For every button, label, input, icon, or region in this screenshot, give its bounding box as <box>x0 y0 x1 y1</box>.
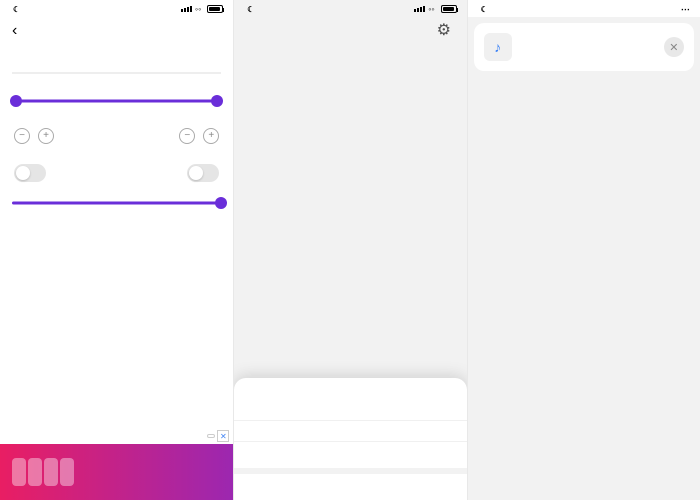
start-stepper: − + <box>14 128 54 144</box>
dnd-icon: ☾ <box>13 5 20 14</box>
page-title <box>234 38 466 54</box>
signal-icon <box>414 6 425 12</box>
nav-bar: ‹ <box>0 16 233 46</box>
export-section-label <box>234 406 466 420</box>
fadeout-toggle[interactable] <box>187 164 219 182</box>
dnd-icon: ☾ <box>247 5 254 14</box>
action-sheet <box>234 378 466 500</box>
share-apps-row <box>468 71 700 95</box>
delete-action[interactable] <box>234 441 466 468</box>
signal-icon <box>181 6 192 12</box>
battery-icon <box>441 5 457 13</box>
settings-button[interactable]: ⚙ <box>437 20 455 38</box>
ad-info-chip[interactable] <box>207 434 215 438</box>
edit-actions-link[interactable] <box>468 101 700 125</box>
export-row <box>234 420 466 441</box>
start-plus-button[interactable]: + <box>38 128 54 144</box>
share-header: ♪ ✕ <box>474 23 694 71</box>
ad-close-button[interactable]: ✕ <box>217 430 229 442</box>
start-minus-button[interactable]: − <box>14 128 30 144</box>
wifi-icon: ◦◦ <box>428 4 434 14</box>
close-button[interactable]: ✕ <box>664 37 684 57</box>
end-minus-button[interactable]: − <box>179 128 195 144</box>
fadein-toggle[interactable] <box>14 164 46 182</box>
end-plus-button[interactable]: + <box>203 128 219 144</box>
status-bar: ☾ ◦◦ <box>234 0 466 16</box>
dnd-icon: ☾ <box>481 5 488 14</box>
more-icon: ⋯ <box>681 4 690 15</box>
tag-row <box>234 392 466 406</box>
wifi-icon: ◦◦ <box>195 4 201 14</box>
status-bar: ☾ ◦◦ <box>0 0 233 16</box>
toolbar <box>234 54 466 72</box>
status-bar: ☾ ⋯ <box>468 0 700 17</box>
clip-range-slider[interactable] <box>12 94 221 108</box>
volume-slider[interactable] <box>12 196 221 210</box>
cancel-action[interactable] <box>234 468 466 500</box>
battery-icon <box>207 5 223 13</box>
end-stepper: − + <box>179 128 219 144</box>
tag-section-label <box>234 378 466 392</box>
waveform[interactable] <box>12 58 221 88</box>
back-button[interactable]: ‹ <box>12 22 17 40</box>
file-thumb-icon: ♪ <box>484 33 512 61</box>
ad-banner[interactable]: ✕ <box>0 444 233 500</box>
